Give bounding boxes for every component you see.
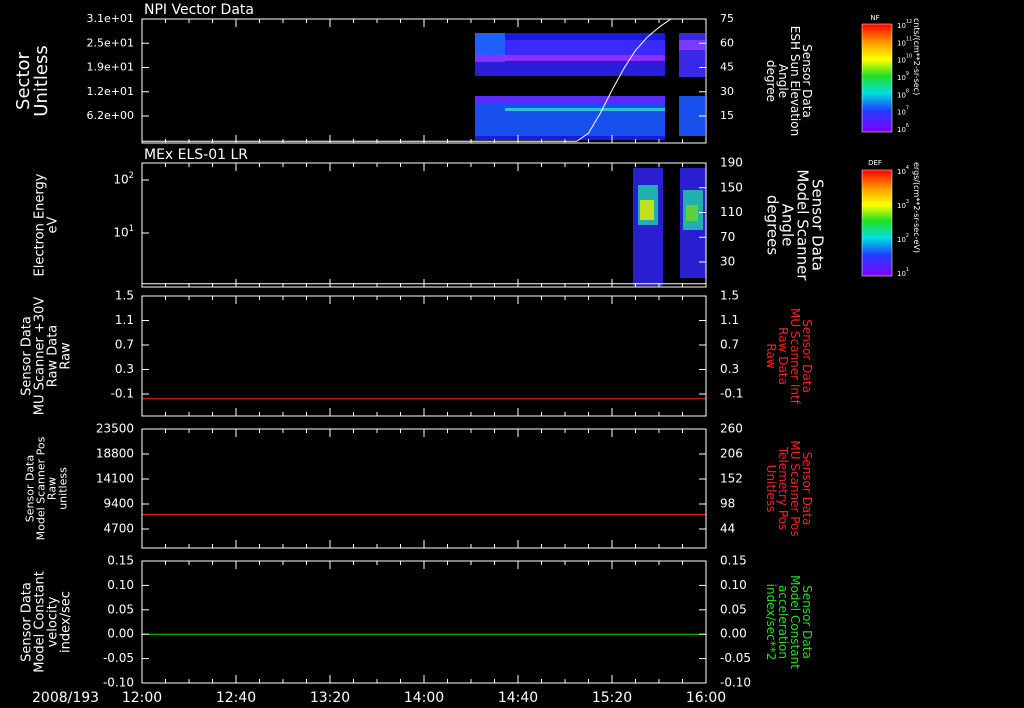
right-tick-label: 30 <box>720 85 734 98</box>
colorbar-unit: ergs/(cm**2-sr-sec-eV) <box>912 162 921 253</box>
right-tick-label: 150 <box>720 180 743 194</box>
plot-stage: NPI Vector Data 3.1e+01 2.5e+01 1.9e+01 1.2… <box>0 0 1024 708</box>
left-tick-label: 1.2e+01 <box>87 85 134 98</box>
right-axis-title: Sensor DataModel Constantaccelerationind… <box>764 575 814 669</box>
left-tick-label: 0.15 <box>107 554 134 568</box>
right-tick-label: 75 <box>720 12 734 25</box>
left-tick-label: -0.05 <box>103 651 134 665</box>
left-tick-label: 6.2e+00 <box>87 109 134 122</box>
right-tick-label: 0.00 <box>720 627 747 641</box>
colorbar-gradient <box>861 169 893 277</box>
right-tick-label: 0.15 <box>720 554 747 568</box>
left-tick-label: 1.5 <box>115 289 134 303</box>
right-axis-label: Sensor DataModel Constantaccelerationind… <box>764 575 814 669</box>
left-axis-title: SectorUnitless <box>13 45 52 116</box>
right-tick-label: 152 <box>720 472 743 486</box>
colorbar-name: DEF <box>868 159 882 167</box>
right-tick-label: 44 <box>720 522 735 536</box>
date-label: 2008/193 <box>32 690 99 706</box>
right-tick-label: 60 <box>720 36 734 49</box>
right-tick-label: 1.5 <box>720 289 739 303</box>
left-tick-label: 18800 <box>96 447 134 461</box>
right-tick-label: -0.1 <box>720 387 743 401</box>
right-tick-label: 30 <box>720 255 735 269</box>
right-tick-label: 110 <box>720 205 743 219</box>
right-tick-label: 1.1 <box>720 313 739 327</box>
colorbar-gradient <box>861 23 893 133</box>
left-tick-label: -0.10 <box>103 676 134 690</box>
spectrogram-block <box>505 108 665 111</box>
time-tick-label: 13:20 <box>310 690 350 706</box>
right-tick-label: 0.05 <box>720 602 747 616</box>
spectrogram-block <box>475 55 665 61</box>
right-tick-label: -0.05 <box>720 651 751 665</box>
right-tick-label: 15 <box>720 109 734 122</box>
right-tick-label: 206 <box>720 447 743 461</box>
left-tick-label: 0.00 <box>107 627 134 641</box>
left-tick-label: 3.1e+01 <box>87 12 134 25</box>
right-tick-label: 98 <box>720 497 735 511</box>
right-tick-label: 0.3 <box>720 362 739 376</box>
right-tick-label: 70 <box>720 230 735 244</box>
left-tick-label: 0.7 <box>115 338 134 352</box>
left-tick-label: 9400 <box>103 497 134 511</box>
spectrogram-block <box>679 33 705 77</box>
spectrogram-block <box>475 96 665 104</box>
left-tick-label: 2.5e+01 <box>87 36 134 49</box>
left-tick-label: 1.9e+01 <box>87 61 134 74</box>
left-tick-label: 0.10 <box>107 578 134 592</box>
right-tick-label: 0.10 <box>720 578 747 592</box>
right-tick-label: 0.7 <box>720 338 739 352</box>
left-tick-label: -0.1 <box>111 387 134 401</box>
spectrogram-gap <box>475 76 665 96</box>
time-tick-label: 16:00 <box>686 690 726 706</box>
time-tick-label: 12:40 <box>216 690 256 706</box>
right-tick-label: 190 <box>720 156 743 170</box>
right-tick-label: 260 <box>720 422 743 436</box>
time-tick-label: 14:00 <box>404 690 444 706</box>
left-tick-label: 14100 <box>96 472 134 486</box>
right-tick-label: -0.10 <box>720 676 751 690</box>
left-tick-label: 0.05 <box>107 602 134 616</box>
time-tick-label: 12:00 <box>122 690 162 706</box>
colorbar-name: NF <box>870 14 879 22</box>
spectrogram-block <box>640 200 654 220</box>
spectrogram-block <box>686 205 698 221</box>
time-tick-label: 15:20 <box>592 690 632 706</box>
spectrogram-block <box>679 40 705 50</box>
panel-title: NPI Vector Data <box>144 2 254 18</box>
panel-title: MEx ELS-01 LR <box>144 147 248 163</box>
left-tick-label: 1.1 <box>115 313 134 327</box>
left-tick-label: 0.3 <box>115 362 134 376</box>
right-tick-label: 45 <box>720 61 734 74</box>
left-tick-label: 23500 <box>96 422 134 436</box>
left-axis-label: SectorUnitless <box>13 45 52 116</box>
left-tick-label: 4700 <box>103 522 134 536</box>
colorbar-unit: cnts/(cm**2-sr-sec) <box>912 18 921 95</box>
spectrogram-block <box>475 62 665 76</box>
time-tick-label: 14:40 <box>498 690 538 706</box>
